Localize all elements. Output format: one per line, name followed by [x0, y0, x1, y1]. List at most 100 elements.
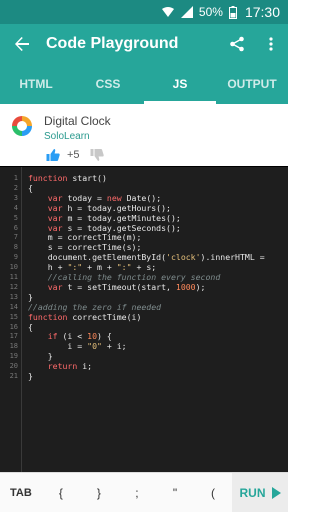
code-line[interactable]: 2{	[0, 183, 288, 193]
vote-count: +5	[67, 149, 80, 161]
code-line[interactable]: 19 }	[0, 351, 288, 361]
line-number: 12	[9, 282, 18, 291]
code-line[interactable]: 4 var h = today.getHours();	[0, 203, 288, 213]
tab-css[interactable]: CSS	[72, 64, 144, 104]
line-number: 11	[9, 273, 18, 281]
tab-output[interactable]: OUTPUT	[216, 64, 288, 104]
tab-key[interactable]: TAB	[0, 487, 42, 499]
code-text: {	[28, 321, 33, 332]
line-number: 15	[9, 312, 18, 321]
code-line[interactable]: 5 var m = today.getMinutes();	[0, 213, 288, 223]
code-text: }	[28, 351, 53, 362]
code-line[interactable]: 15 function correctTime(i)	[0, 312, 288, 322]
editor-tabs: HTML CSS JS OUTPUT	[0, 64, 288, 104]
run-label: RUN	[239, 485, 266, 500]
code-text: function correctTime(i)	[28, 311, 142, 322]
code-line[interactable]: 9 document.getElementById('clock').inner…	[0, 252, 288, 262]
code-text: h + ":" + m + ":" + s;	[28, 262, 157, 273]
page-title: Code Playground	[46, 35, 179, 52]
play-icon	[271, 486, 281, 499]
code-line[interactable]: 11 //calling the function every second	[0, 272, 288, 282]
code-editor[interactable]: 1 function start() 2{3 var today = new Dat…	[0, 166, 288, 472]
line-number: 19	[9, 352, 18, 361]
line-number: 4	[13, 203, 18, 212]
line-number: 18	[9, 342, 18, 351]
code-text: var h = today.getHours();	[47, 202, 171, 213]
line-number: 17	[9, 332, 18, 341]
code-line[interactable]: 10 h + ":" + m + ":" + s;	[0, 262, 288, 272]
quote-key[interactable]: "	[156, 486, 194, 500]
back-button[interactable]	[0, 24, 44, 64]
code-text: s = correctTime(s);	[28, 242, 142, 253]
more-vert-icon	[269, 37, 273, 51]
code-line[interactable]: 12 var t = setTimeout(start, 1000);	[0, 282, 288, 292]
open-paren-key[interactable]: (	[194, 486, 232, 500]
wifi-icon	[161, 6, 175, 18]
share-button[interactable]	[220, 24, 254, 64]
close-brace-key[interactable]: }	[80, 486, 118, 500]
code-line[interactable]: 21}	[0, 371, 288, 381]
line-number: 7	[13, 233, 18, 242]
line-number: 9	[13, 253, 18, 262]
line-number: 3	[13, 193, 18, 202]
code-line[interactable]: 16 {	[0, 322, 288, 332]
tab-js[interactable]: JS	[144, 64, 216, 104]
code-line[interactable]: 20 return i;	[0, 361, 288, 371]
code-text: document.getElementById('clock').innerHT…	[28, 252, 265, 263]
code-text: }	[28, 291, 33, 302]
line-number: 5	[13, 213, 18, 222]
line-number: 1	[13, 174, 18, 182]
semicolon-key[interactable]: ;	[118, 486, 156, 500]
code-line[interactable]: 18 i = "0" + i;	[0, 341, 288, 351]
code-text: }	[28, 371, 33, 381]
code-line[interactable]: 13}	[0, 292, 288, 302]
signal-icon	[180, 6, 193, 18]
code-text: var today = new Date();	[47, 192, 162, 203]
line-number: 8	[13, 243, 18, 252]
code-line[interactable]: 6 var s = today.getSeconds();	[0, 223, 288, 233]
code-text: var t = setTimeout(start, 1000);	[47, 281, 206, 292]
code-line[interactable]: 14 //adding the zero if needed	[0, 302, 288, 312]
code-line[interactable]: 8 s = correctTime(s);	[0, 242, 288, 252]
code-name: Digital Clock	[44, 114, 111, 128]
battery-percent: 50%	[198, 5, 223, 19]
keyboard-toolbar: TAB{}; "( RUN	[0, 472, 288, 512]
code-text: //calling the function every second	[47, 272, 221, 282]
code-line[interactable]: 1 function start()	[0, 173, 288, 183]
line-number: 16	[9, 322, 18, 331]
code-info-card: Digital Clock SoloLearn +5	[0, 104, 288, 166]
tab-html[interactable]: HTML	[0, 64, 72, 104]
line-number: 20	[9, 362, 18, 371]
line-number: 13	[9, 292, 18, 301]
code-line[interactable]: 7 m = correctTime(m);	[0, 232, 288, 242]
code-text: m = correctTime(m);	[28, 232, 142, 243]
author-link[interactable]: SoloLearn	[44, 131, 90, 142]
code-text: {	[28, 182, 33, 193]
sololearn-logo-icon	[12, 116, 32, 136]
line-number: 14	[9, 302, 18, 311]
status-bar: 50% 17:30	[0, 0, 288, 24]
code-line[interactable]: 3 var today = new Date();	[0, 193, 288, 203]
more-options-button[interactable]	[254, 24, 288, 64]
code-text: i = "0" + i;	[28, 341, 127, 352]
code-text: function start()	[28, 173, 107, 183]
line-number: 21	[9, 372, 18, 380]
arrow-back-icon	[15, 37, 29, 51]
line-number: 2	[13, 183, 18, 192]
status-time: 17:30	[244, 4, 280, 20]
thumbs-down-icon[interactable]	[90, 148, 104, 162]
line-number: 10	[9, 263, 18, 272]
open-brace-key[interactable]: {	[42, 486, 80, 500]
line-number: 6	[13, 223, 18, 232]
code-text: var m = today.getMinutes();	[47, 212, 181, 223]
share-icon	[230, 36, 244, 52]
code-text: var s = today.getSeconds();	[47, 222, 181, 233]
code-text: if (i < 10) {	[47, 331, 112, 342]
app-bar: Code Playground	[0, 24, 288, 64]
thumbs-up-icon[interactable]	[46, 148, 60, 162]
run-button[interactable]: RUN	[232, 472, 288, 512]
battery-icon	[228, 5, 237, 19]
code-text: //adding the zero if needed	[28, 301, 162, 312]
code-text: return i;	[47, 361, 93, 372]
code-line[interactable]: 17 if (i < 10) {	[0, 331, 288, 341]
